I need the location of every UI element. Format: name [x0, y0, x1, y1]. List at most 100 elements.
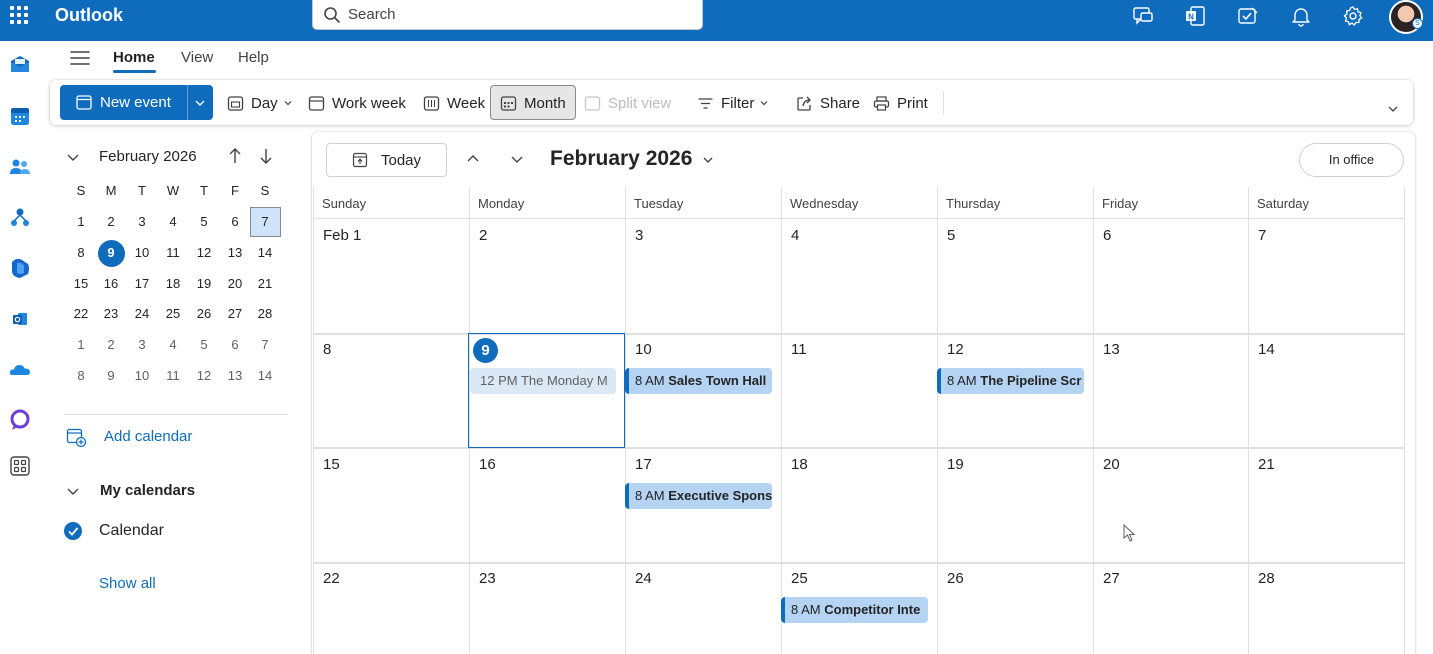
- day-number[interactable]: 3: [635, 227, 643, 244]
- add-calendar-link[interactable]: Add calendar: [104, 428, 192, 445]
- mini-calendar-day[interactable]: 9: [96, 238, 126, 268]
- mini-calendar-day[interactable]: 11: [158, 238, 188, 268]
- day-number[interactable]: 18: [791, 456, 808, 473]
- work-location-button[interactable]: In office: [1299, 143, 1404, 177]
- mini-calendar-day[interactable]: 7: [250, 330, 280, 360]
- day-number[interactable]: 24: [635, 570, 652, 587]
- calendar-event[interactable]: 8 AM The Pipeline Scr: [937, 368, 1084, 394]
- mini-calendar-day[interactable]: 1: [66, 207, 96, 237]
- day-number[interactable]: 5: [947, 227, 955, 244]
- day-number[interactable]: 16: [479, 456, 496, 473]
- org-explorer-icon[interactable]: [8, 206, 32, 230]
- mini-calendar-day[interactable]: 25: [158, 299, 188, 329]
- mini-calendar-day[interactable]: 16: [96, 269, 126, 299]
- app-launcher-icon[interactable]: [8, 4, 30, 26]
- today-date-badge[interactable]: 9: [473, 338, 498, 363]
- mini-calendar-title[interactable]: February 2026: [99, 148, 197, 165]
- mini-calendar-day[interactable]: 12: [189, 238, 219, 268]
- chevron-down-icon[interactable]: [66, 484, 80, 498]
- hamburger-menu-icon[interactable]: [70, 50, 90, 66]
- mini-calendar-day[interactable]: 11: [158, 361, 188, 391]
- mini-calendar-day[interactable]: 23: [96, 299, 126, 329]
- tab-view[interactable]: View: [181, 49, 213, 66]
- day-number[interactable]: 8: [323, 341, 331, 358]
- day-number[interactable]: 20: [1103, 456, 1120, 473]
- mini-calendar-day[interactable]: 6: [220, 207, 250, 237]
- day-number[interactable]: 10: [635, 341, 652, 358]
- mini-calendar-day[interactable]: 13: [220, 361, 250, 391]
- tab-home[interactable]: Home: [113, 49, 155, 66]
- mini-calendar-day[interactable]: 3: [127, 330, 157, 360]
- month-view-content[interactable]: Month: [500, 93, 566, 113]
- settings-gear-icon[interactable]: [1342, 5, 1364, 27]
- ribbon-expand-chevron-icon[interactable]: [1387, 103, 1399, 115]
- calendar-event[interactable]: 12 PM The Monday M: [470, 368, 616, 394]
- day-view-button[interactable]: Day: [227, 93, 300, 113]
- mini-calendar-day[interactable]: 5: [189, 330, 219, 360]
- mini-calendar-day[interactable]: 7: [250, 207, 280, 237]
- day-number[interactable]: 19: [947, 456, 964, 473]
- mini-calendar-day[interactable]: 15: [66, 269, 96, 299]
- day-number[interactable]: Feb 1: [323, 227, 361, 244]
- onenote-icon[interactable]: N: [1184, 5, 1206, 27]
- work-week-view-button[interactable]: Work week: [308, 93, 406, 113]
- filter-button[interactable]: Filter: [697, 93, 776, 113]
- show-all-link[interactable]: Show all: [99, 575, 156, 592]
- calendar-event[interactable]: 8 AM Sales Town Hall: [625, 368, 772, 394]
- mail-icon[interactable]: [8, 52, 32, 76]
- mini-calendar-day[interactable]: 6: [220, 330, 250, 360]
- mini-calendar-day[interactable]: 8: [66, 238, 96, 268]
- mini-calendar-day[interactable]: 22: [66, 299, 96, 329]
- day-number[interactable]: 13: [1103, 341, 1120, 358]
- calendar-icon[interactable]: [8, 104, 32, 128]
- people-icon[interactable]: [8, 155, 32, 179]
- mini-calendar-day[interactable]: 10: [127, 238, 157, 268]
- print-button[interactable]: Print: [873, 93, 928, 113]
- onedrive-icon[interactable]: [8, 358, 32, 382]
- mini-calendar-day[interactable]: 21: [250, 269, 280, 299]
- mini-calendar-day[interactable]: 14: [250, 361, 280, 391]
- day-number[interactable]: 26: [947, 570, 964, 587]
- chevron-down-icon[interactable]: [194, 97, 206, 109]
- day-number[interactable]: 27: [1103, 570, 1120, 587]
- more-apps-icon[interactable]: [8, 454, 32, 478]
- teams-chat-icon[interactable]: [1132, 5, 1154, 27]
- copilot-icon[interactable]: [8, 408, 32, 432]
- arrow-down-icon[interactable]: [258, 147, 274, 165]
- mini-calendar-day[interactable]: 1: [66, 330, 96, 360]
- day-number[interactable]: 6: [1103, 227, 1111, 244]
- mini-calendar-day[interactable]: 4: [158, 330, 188, 360]
- search-input[interactable]: Search: [348, 6, 396, 23]
- calendar-event[interactable]: 8 AM Competitor Inte: [781, 597, 928, 623]
- mini-calendar-day[interactable]: 26: [189, 299, 219, 329]
- week-view-button[interactable]: Week: [423, 93, 485, 113]
- mini-calendar-day[interactable]: 27: [220, 299, 250, 329]
- mini-calendar-day[interactable]: 28: [250, 299, 280, 329]
- mini-calendar-day[interactable]: 17: [127, 269, 157, 299]
- outlook-app-icon[interactable]: [8, 307, 32, 331]
- mini-calendar-day[interactable]: 18: [158, 269, 188, 299]
- day-number[interactable]: 25: [791, 570, 808, 587]
- mini-calendar-day[interactable]: 19: [189, 269, 219, 299]
- chevron-down-icon[interactable]: [66, 150, 80, 164]
- new-event-button[interactable]: New event: [60, 85, 213, 120]
- todo-icon[interactable]: [1237, 5, 1259, 27]
- today-button[interactable]: Today: [326, 143, 447, 177]
- microsoft-365-icon[interactable]: [8, 256, 32, 280]
- mini-calendar-day[interactable]: 20: [220, 269, 250, 299]
- mini-calendar-day[interactable]: 2: [96, 330, 126, 360]
- checkmark-icon[interactable]: [64, 522, 82, 540]
- day-number[interactable]: 21: [1258, 456, 1275, 473]
- day-number[interactable]: 7: [1258, 227, 1266, 244]
- mini-calendar-day[interactable]: 14: [250, 238, 280, 268]
- mini-calendar-day[interactable]: 24: [127, 299, 157, 329]
- share-button[interactable]: Share: [796, 93, 860, 113]
- calendar-list-item[interactable]: Calendar: [99, 522, 164, 540]
- mini-calendar-day[interactable]: 3: [127, 207, 157, 237]
- day-number[interactable]: 2: [479, 227, 487, 244]
- day-number[interactable]: 17: [635, 456, 652, 473]
- arrow-up-icon[interactable]: [227, 147, 243, 165]
- mini-calendar-day[interactable]: 2: [96, 207, 126, 237]
- day-number[interactable]: 11: [791, 341, 807, 358]
- mini-calendar-day[interactable]: 10: [127, 361, 157, 391]
